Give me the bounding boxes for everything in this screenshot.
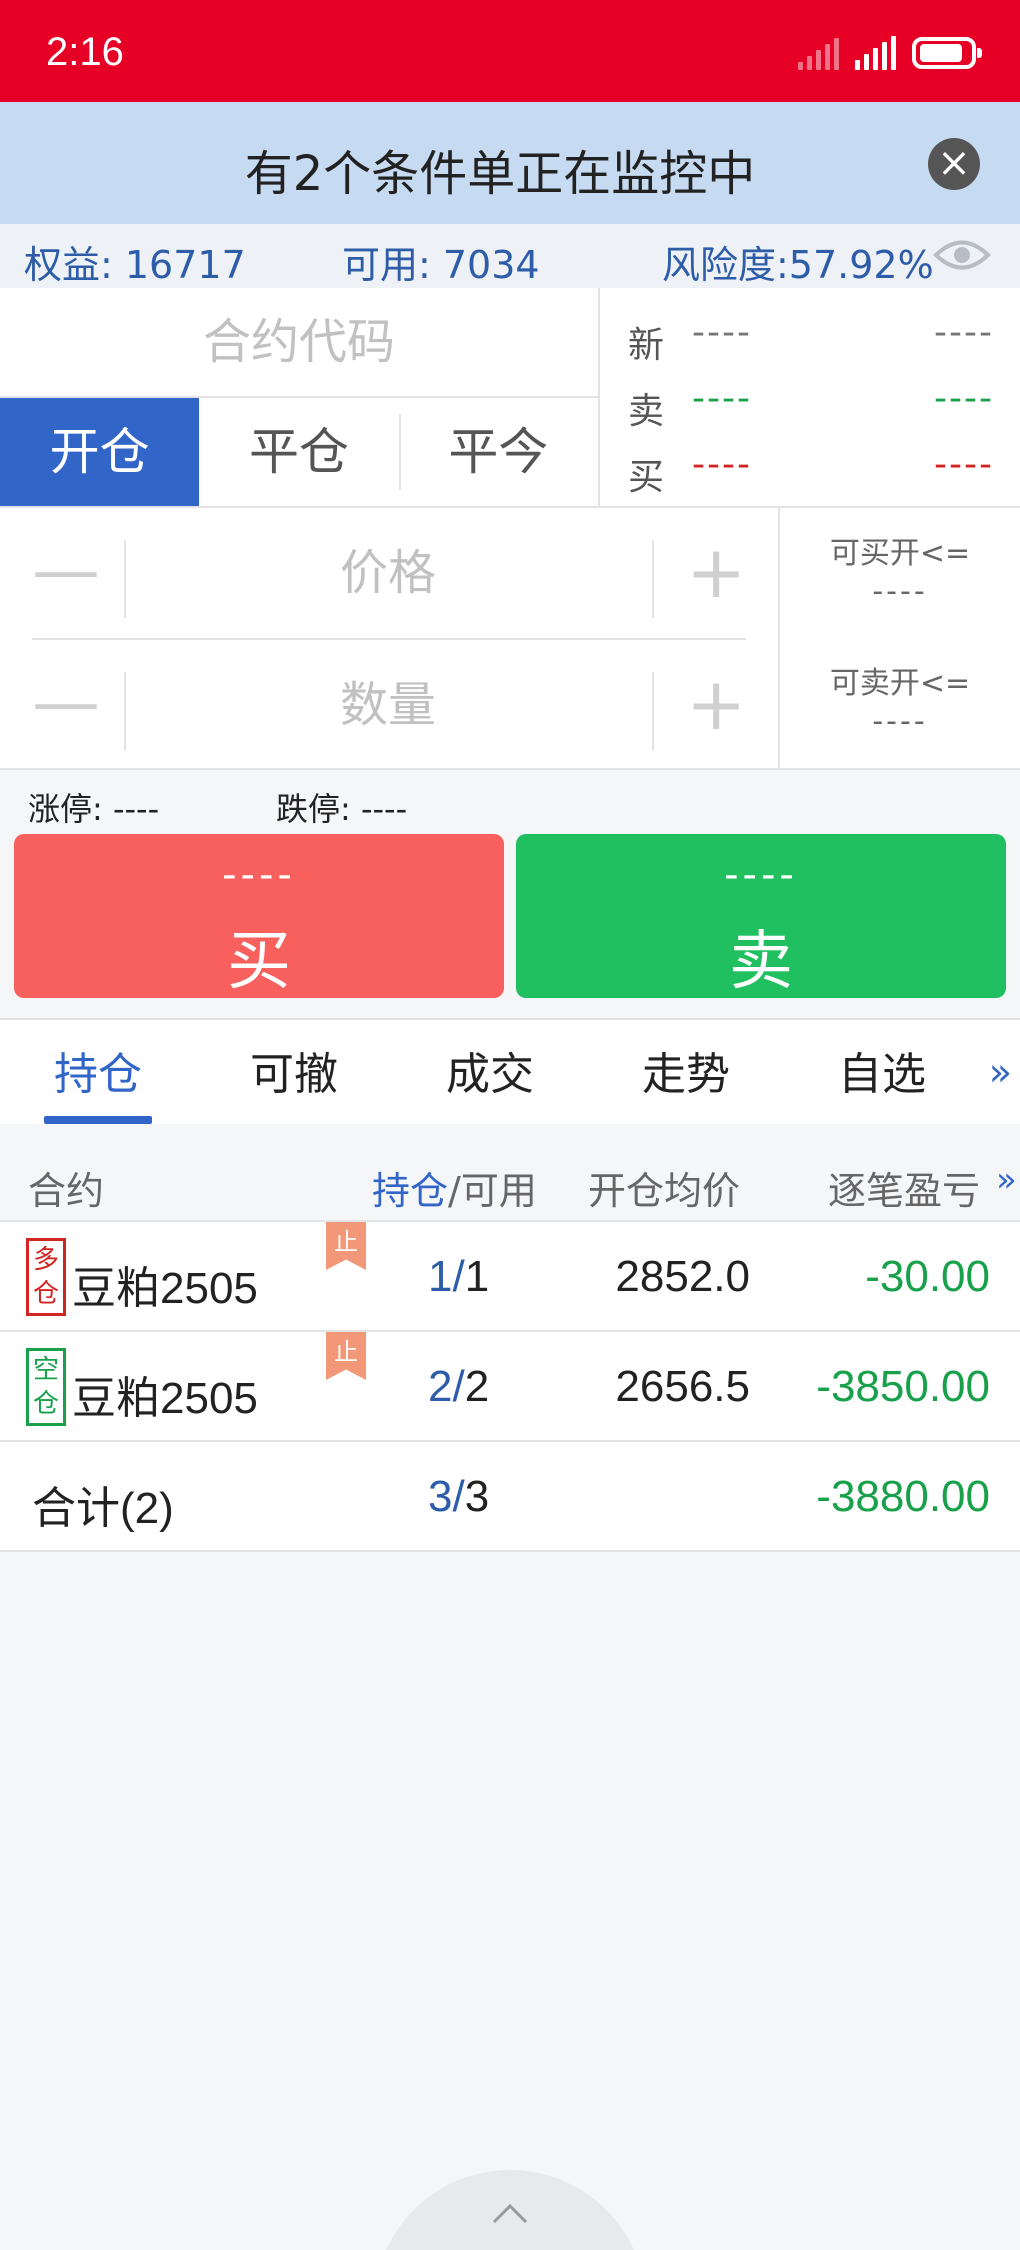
- positions-table-header: 合约 持仓/可用 开仓均价 逐笔盈亏 »: [0, 1140, 1020, 1222]
- sell-price: ----: [724, 852, 798, 898]
- tab-trend[interactable]: 走势: [642, 1038, 730, 1102]
- banner-text: 有2个条件单正在监控中: [244, 146, 756, 202]
- can-sell-value: ----: [872, 704, 928, 739]
- chevron-up-icon: [492, 2203, 528, 2224]
- quote-row-last: 新 ---- ----: [600, 306, 1020, 366]
- quote-row-bid: 买 ---- ----: [600, 438, 1020, 498]
- avg-price: 2852.0: [615, 1252, 750, 1301]
- pnl-value: -30.00: [865, 1252, 990, 1301]
- price-plus-button[interactable]: +: [686, 536, 746, 608]
- account-summary: 权益: 16717 可用: 7034 风险度:57.92%: [0, 224, 1020, 288]
- can-buy-label: 可买开<=: [829, 536, 971, 571]
- price-input[interactable]: [130, 528, 646, 618]
- buy-label: 买: [227, 925, 291, 999]
- risk-value: 风险度:57.92%: [662, 243, 934, 287]
- limit-up: 涨停: ----: [28, 790, 160, 828]
- order-type-tabs: 开仓 平仓 平今: [0, 398, 598, 506]
- battery-icon: [912, 37, 982, 69]
- tab-positions[interactable]: 持仓: [54, 1038, 142, 1102]
- quote-value: ----: [692, 312, 752, 353]
- more-tabs-icon[interactable]: »: [989, 1050, 1012, 1094]
- quantity-input[interactable]: [130, 660, 646, 750]
- order-form: — + — + 可买开<= ---- 可卖开<= ----: [0, 506, 1020, 770]
- quantity-row: — +: [0, 640, 778, 770]
- header-avg-price: 开仓均价: [588, 1169, 741, 1213]
- price-row: — +: [0, 508, 778, 638]
- limit-down: 跌停: ----: [276, 790, 408, 828]
- quote-label: 卖: [628, 391, 665, 432]
- quote-value: ----: [692, 378, 752, 419]
- price-limits: 涨停: ---- 跌停: ----: [0, 770, 1020, 834]
- total-row: 合计(2) 3/3 -3880.00: [0, 1442, 1020, 1552]
- header-position[interactable]: 持仓/可用: [372, 1160, 537, 1215]
- contract-name: 豆粕2505: [72, 1264, 258, 1313]
- contract-name: 豆粕2505: [72, 1374, 258, 1423]
- stop-order-tag: 止: [326, 1332, 366, 1380]
- can-sell-label: 可卖开<=: [829, 666, 971, 701]
- total-position-qty: 3/3: [428, 1472, 490, 1521]
- equity-value: 权益: 16717: [24, 243, 246, 287]
- quantity-minus-button[interactable]: —: [32, 669, 100, 737]
- quote-label: 新: [628, 325, 665, 366]
- tab-watchlist[interactable]: 自选: [838, 1038, 926, 1102]
- position-qty: 1/1: [428, 1252, 490, 1301]
- table-row[interactable]: 多仓 豆粕2505 止 1/1 2852.0 -30.00: [0, 1222, 1020, 1332]
- tab-close[interactable]: 平仓: [199, 398, 398, 506]
- short-position-badge: 空仓: [26, 1348, 66, 1426]
- signal-5g-icon: [855, 36, 896, 70]
- quote-value: ----: [934, 444, 994, 485]
- status-icons: [798, 36, 982, 70]
- sell-label: 卖: [729, 925, 793, 999]
- long-position-badge: 多仓: [26, 1238, 66, 1316]
- position-tabs: 持仓 可撤 成交 走势 自选 »: [0, 1018, 1020, 1124]
- quote-panel: 新 ---- ---- 卖 ---- ---- 买 ---- ----: [598, 288, 1020, 506]
- tab-close-today[interactable]: 平今: [398, 398, 598, 506]
- status-time: 2:16: [46, 30, 124, 74]
- pnl-value: -3850.00: [816, 1362, 990, 1411]
- buy-price: ----: [222, 852, 296, 898]
- available-value: 可用: 7034: [342, 243, 540, 287]
- quote-value: ----: [934, 378, 994, 419]
- tab-open[interactable]: 开仓: [0, 398, 200, 506]
- header-pnl: 逐笔盈亏: [828, 1169, 981, 1213]
- avg-price: 2656.5: [615, 1362, 750, 1411]
- condition-order-banner[interactable]: 有2个条件单正在监控中 ×: [0, 102, 1020, 224]
- header-contract: 合约: [28, 1169, 105, 1213]
- quote-value: ----: [692, 444, 752, 485]
- close-icon[interactable]: ×: [928, 138, 980, 190]
- contract-code-field[interactable]: [0, 288, 598, 398]
- active-tab-indicator: [44, 1116, 152, 1124]
- sell-button[interactable]: ---- 卖: [516, 834, 1006, 999]
- stop-order-tag: 止: [326, 1222, 366, 1270]
- tab-trades[interactable]: 成交: [446, 1038, 534, 1102]
- tab-cancelable[interactable]: 可撤: [250, 1038, 338, 1102]
- total-pnl-value: -3880.00: [816, 1472, 990, 1521]
- status-bar: 2:16: [0, 0, 1020, 102]
- quantity-plus-button[interactable]: +: [686, 668, 746, 740]
- expand-handle[interactable]: [374, 2170, 646, 2250]
- header-more-icon[interactable]: »: [996, 1160, 1017, 1200]
- buy-button[interactable]: ---- 买: [14, 834, 504, 999]
- table-row[interactable]: 空仓 豆粕2505 止 2/2 2656.5 -3850.00: [0, 1332, 1020, 1442]
- position-qty: 2/2: [428, 1362, 490, 1411]
- contract-code-input[interactable]: [0, 288, 598, 396]
- total-label: 合计(2): [32, 1484, 174, 1533]
- quote-row-ask: 卖 ---- ----: [600, 372, 1020, 432]
- signal-sim1-icon: [798, 36, 839, 70]
- price-minus-button[interactable]: —: [32, 537, 100, 605]
- eye-icon[interactable]: [932, 232, 992, 278]
- quote-value: ----: [934, 312, 994, 353]
- quote-label: 买: [628, 457, 665, 498]
- can-buy-value: ----: [872, 574, 928, 609]
- available-open-panel: 可买开<= ---- 可卖开<= ----: [778, 508, 1020, 770]
